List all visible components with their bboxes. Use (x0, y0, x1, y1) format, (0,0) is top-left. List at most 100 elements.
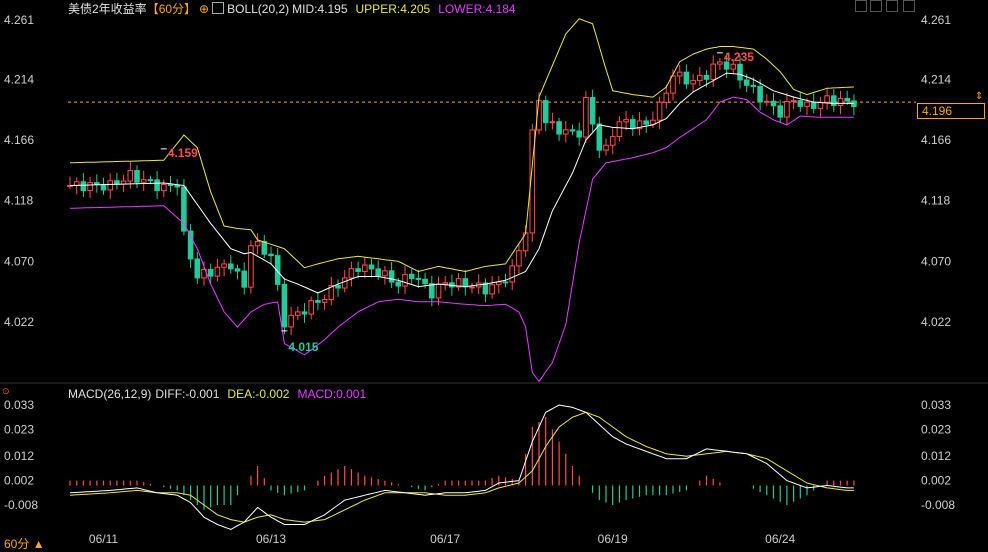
candle-body (502, 281, 509, 284)
candle-body (415, 277, 422, 280)
candle-body (248, 245, 254, 288)
boll-lower: LOWER:4.184 (438, 2, 516, 16)
y-tick-right: 4.214 (921, 72, 951, 86)
macd-y-tick-left: 0.023 (4, 422, 34, 436)
price-arrow-icon[interactable]: ⇕ (975, 91, 983, 102)
candle-body (589, 96, 596, 125)
boll-upper: UPPER:4.205 (355, 2, 431, 16)
candle-body (435, 283, 442, 299)
candle-body (388, 270, 395, 283)
y-tick-left: 4.214 (4, 72, 34, 86)
candle-body (516, 250, 522, 267)
grid-icon[interactable] (886, 0, 898, 12)
candle-body (408, 273, 415, 279)
candle-body (107, 180, 114, 191)
x-tick-label: 06/13 (256, 532, 286, 546)
candle-body (697, 74, 703, 82)
macd-settings-icon[interactable]: ⊙ (2, 386, 10, 397)
candle-body (422, 278, 428, 285)
candle-body (114, 180, 120, 185)
crosshair-icon[interactable] (855, 0, 867, 12)
y-tick-right: 4.022 (921, 315, 951, 329)
extreme-label: 4.159 (168, 146, 198, 160)
candle-body (676, 71, 683, 77)
candle-body (630, 119, 636, 130)
candle-body (757, 85, 763, 103)
candle-body (810, 101, 817, 109)
macd-value: MACD:0.001 (297, 387, 367, 401)
candle-body (489, 284, 495, 295)
candle-body (147, 179, 154, 182)
candle-body (837, 97, 844, 106)
candle-body (321, 298, 328, 303)
candle-body (214, 266, 221, 277)
candle-body (663, 92, 670, 103)
candle-body (154, 179, 160, 192)
y-tick-right: 4.261 (921, 13, 951, 27)
macd-y-tick-right: 0.002 (921, 474, 951, 488)
candle-body (375, 268, 381, 277)
candle-body (623, 119, 629, 123)
candle-body (777, 105, 784, 118)
macd-y-tick-right: 0.033 (921, 398, 951, 412)
macd-y-tick-right: -0.008 (921, 498, 955, 512)
boll-mid-line (69, 72, 854, 294)
candle-body (308, 300, 314, 315)
candle-body (797, 100, 804, 107)
extreme-label: 4.235 (724, 50, 754, 64)
candle-body (362, 264, 368, 272)
x-tick-label: 06/17 (430, 532, 460, 546)
candle-body (824, 95, 830, 103)
macd-diff: DIFF:-0.001 (155, 387, 220, 401)
candle-body (355, 268, 361, 272)
candle-body (288, 314, 294, 328)
candle-body (87, 182, 93, 192)
candle-body (315, 300, 321, 303)
candle-body (134, 170, 140, 183)
candle-body (442, 282, 448, 285)
candle-body (301, 311, 308, 315)
candle-body (583, 96, 589, 138)
macd-y-tick-left: 0.012 (4, 449, 34, 463)
candle-body (335, 284, 341, 289)
candle-body (469, 286, 475, 289)
boll-label: BOLL(20,2) (227, 2, 290, 16)
candle-body (737, 63, 743, 81)
macd-y-tick-right: 0.012 (921, 449, 951, 463)
candle-body (462, 278, 469, 288)
y-tick-right: 4.166 (921, 133, 951, 147)
candle-body (241, 270, 247, 288)
settings-icon[interactable]: ⊕ (199, 2, 209, 16)
candle-body (690, 80, 696, 85)
x-tick-label: 06/24 (765, 532, 795, 546)
candle-body (429, 283, 435, 299)
menu-icon[interactable] (903, 0, 915, 12)
indicator-icon[interactable] (212, 2, 225, 14)
candle-body (770, 100, 777, 107)
window-icon[interactable] (870, 0, 882, 12)
candle-body (94, 182, 100, 185)
current-price-label: 4.196 (917, 103, 985, 119)
candle-body (80, 181, 87, 192)
candle-body (764, 100, 770, 103)
candle-body (348, 268, 355, 279)
boll-lower-line (69, 96, 854, 383)
chart-canvas[interactable]: 4.261 4.261 4.214 4.214 4.166 4.166 4.118 4.118… (0, 0, 988, 549)
macd-header: MACD(26,12,9) DIFF:-0.001 DEA:-0.002 MACD:0… (68, 386, 370, 402)
candle-body (790, 100, 797, 103)
candle-body (395, 281, 402, 287)
extreme-label: 4.015 (288, 340, 318, 354)
candle-body (804, 101, 810, 107)
macd-dea: DEA:-0.002 (227, 387, 290, 401)
y-tick-left: 4.022 (4, 315, 34, 329)
candle-body (368, 264, 375, 270)
candle-body (596, 123, 603, 151)
candle-body (563, 129, 569, 135)
candle-body (609, 136, 616, 146)
period-selector[interactable]: 60分 ▲ (4, 535, 45, 552)
dea-line (69, 411, 854, 523)
candle-body (207, 268, 214, 277)
candle-body (556, 121, 562, 135)
candle-body (831, 95, 837, 106)
y-tick-right: 4.070 (921, 254, 951, 268)
